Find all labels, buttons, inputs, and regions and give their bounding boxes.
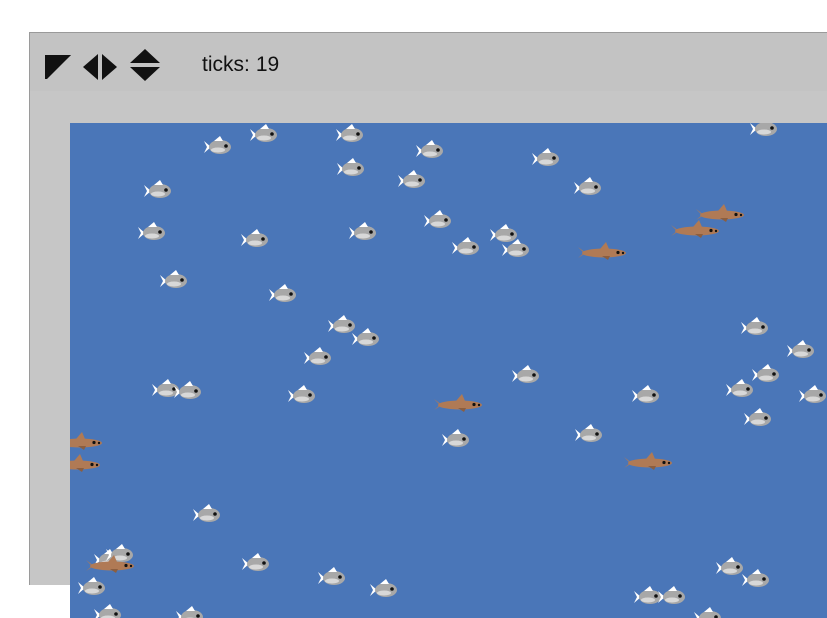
fish-agent — [204, 136, 231, 154]
fish-agent — [349, 222, 376, 240]
fish-agent — [152, 379, 179, 397]
fish-agent — [490, 224, 517, 242]
fish-agent — [632, 385, 659, 403]
diagonal-resize-icon[interactable] — [44, 52, 74, 82]
fish-agent — [328, 315, 355, 333]
fish-agent — [787, 340, 814, 358]
fish-agent — [634, 586, 661, 604]
fish-agent — [250, 124, 277, 142]
fish-agent — [416, 140, 443, 158]
fish-agent — [352, 328, 379, 346]
fish-agent — [452, 237, 479, 255]
fish-agent — [176, 606, 203, 618]
world-view[interactable] — [70, 123, 827, 618]
fish-agent — [318, 567, 345, 585]
fish-agent — [78, 577, 105, 595]
fish-agent — [574, 177, 601, 195]
horizontal-resize-icon[interactable] — [80, 52, 110, 82]
fish-agent — [424, 210, 451, 228]
vertical-resize-icon[interactable] — [128, 52, 158, 82]
fish-agent — [242, 553, 269, 571]
fish-agent — [741, 317, 768, 335]
fish-agent — [337, 158, 364, 176]
shark-agent — [70, 454, 100, 472]
fish-agent — [532, 148, 559, 166]
shark-agent — [434, 394, 482, 412]
shark-agent — [70, 432, 102, 450]
fish-agent — [241, 229, 268, 247]
fish-agent — [370, 579, 397, 597]
shark-agent — [624, 452, 672, 470]
fish-agent — [138, 222, 165, 240]
fish-agent — [575, 424, 602, 442]
fish-agent — [744, 408, 771, 426]
shark-agent — [578, 242, 626, 260]
fish-agent — [160, 270, 187, 288]
fish-agent — [288, 385, 315, 403]
fish-agent — [512, 365, 539, 383]
ticks-counter: ticks: 19 — [202, 53, 279, 77]
fish-agent — [442, 429, 469, 447]
fish-agent — [750, 123, 777, 136]
shark-agent — [696, 204, 744, 222]
fish-agent — [144, 180, 171, 198]
fish-agent — [799, 385, 826, 403]
fish-agent — [658, 586, 685, 604]
ticks-label: ticks: — [202, 53, 250, 76]
fish-agent — [716, 557, 743, 575]
fish-agent — [742, 569, 769, 587]
fish-agent — [304, 347, 331, 365]
fish-agent — [94, 604, 121, 618]
fish-agent — [336, 124, 363, 142]
world-canvas[interactable] — [70, 123, 827, 618]
fish-agent — [694, 607, 721, 618]
shark-agent — [671, 220, 719, 238]
view-toolbar: ticks: 19 — [30, 33, 827, 91]
fish-agent — [752, 364, 779, 382]
fish-agent — [193, 504, 220, 522]
ticks-value: 19 — [256, 53, 279, 76]
fish-agent — [174, 381, 201, 399]
fish-agent — [398, 170, 425, 188]
fish-agent — [726, 379, 753, 397]
netlogo-view-window: ticks: 19 — [29, 32, 827, 585]
fish-agent — [269, 284, 296, 302]
